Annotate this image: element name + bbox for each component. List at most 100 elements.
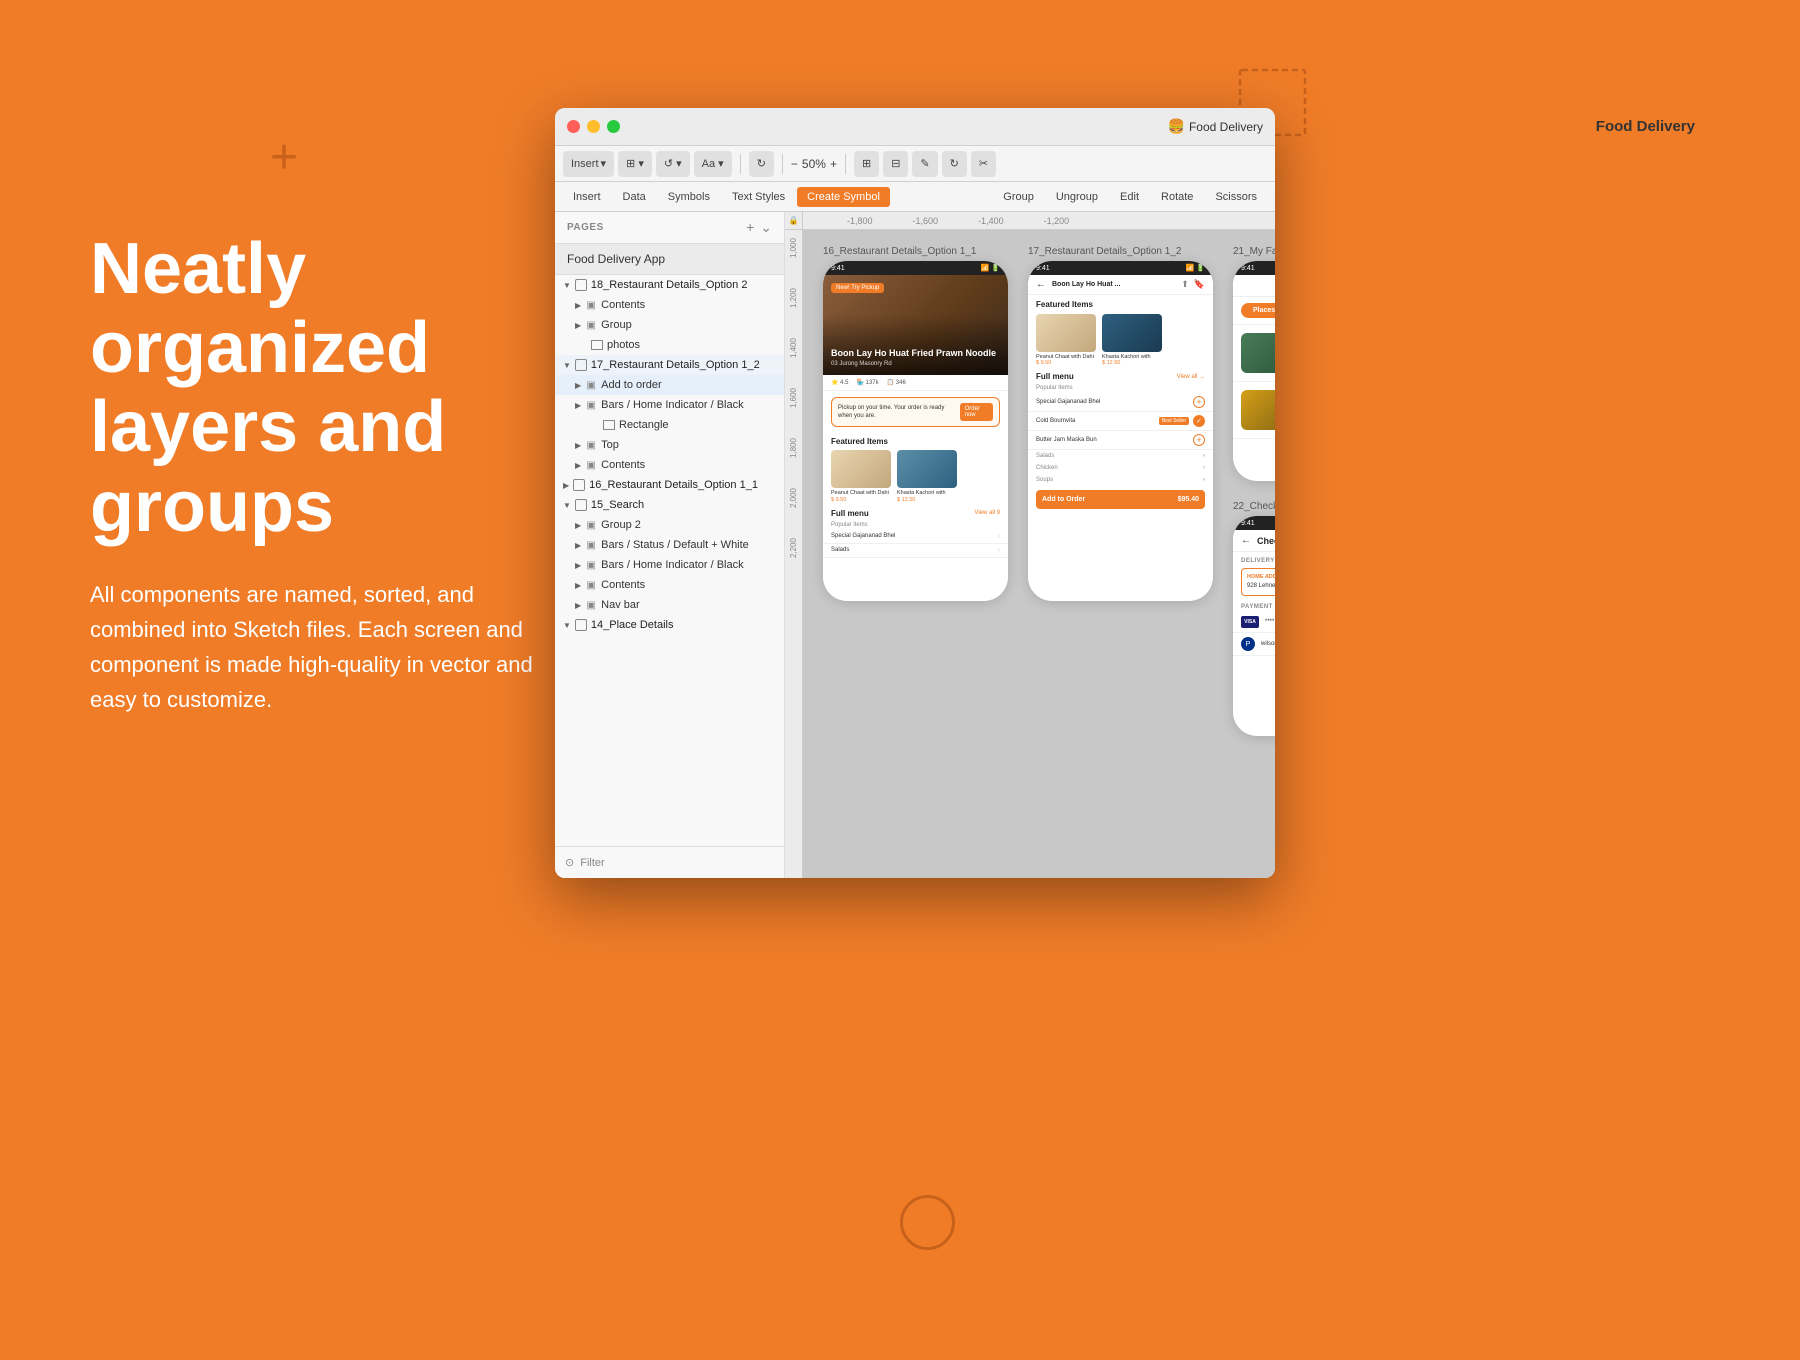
maximize-button[interactable] — [607, 120, 620, 133]
layer-label: 15_Search — [591, 499, 644, 511]
scissors-action[interactable]: ✂ — [971, 151, 996, 177]
paypal-icon: P — [1241, 637, 1255, 651]
share-icon[interactable]: ⬆ — [1181, 279, 1189, 290]
expand-arrow: ▼ — [563, 281, 571, 290]
artboard-wrapper-3: 21_My Favorites 9:41 📶 🔋 My Favourite Pl… — [1233, 246, 1275, 481]
layer-item[interactable]: photos — [555, 335, 784, 355]
filter-bar[interactable]: ⊙ Filter — [555, 846, 784, 878]
best-seller-badge: Best Seller — [1159, 417, 1189, 425]
expand-arrow: ▶ — [575, 601, 581, 610]
add-button[interactable]: + — [1193, 434, 1205, 446]
section-label: DELIVERY ADDRESS — [1233, 552, 1275, 566]
layer-item[interactable]: ▶ ▣ Add to order — [555, 375, 784, 395]
layer-label: Contents — [601, 579, 645, 591]
menu-row: Special Gajananad Bhel › — [823, 530, 1008, 544]
artboard-2: 9:41 📶 🔋 ← Boon Lay Ho Huat ... ⬆ 🔖 Feat… — [1028, 261, 1213, 601]
tab-places[interactable]: Places — [1241, 303, 1275, 318]
menu-scissors[interactable]: Scissors — [1205, 187, 1267, 207]
menu-insert[interactable]: Insert — [563, 187, 611, 207]
status-bar: 9:41 📶 🔋 — [1028, 261, 1213, 275]
collapse-icon[interactable]: ⌄ — [760, 219, 772, 236]
layer-item[interactable]: ▶ ▣ Bars / Home Indicator / Black — [555, 555, 784, 575]
refresh-button[interactable]: ↻ — [749, 151, 774, 177]
zoom-plus[interactable]: + — [830, 157, 837, 171]
hero-overlay: Boon Lay Ho Huat Fried Prawn Noodle 03 J… — [823, 315, 1008, 375]
ruler-mark-v: 1,400 — [789, 338, 798, 358]
add-page-icon[interactable]: + — [746, 219, 754, 236]
menu-create-symbol[interactable]: Create Symbol — [797, 187, 890, 207]
group-icon: ▣ — [585, 579, 597, 591]
rotate-action[interactable]: ↻ — [942, 151, 967, 177]
edit-action[interactable]: ✎ — [912, 151, 937, 177]
item-image — [831, 450, 891, 488]
layer-item[interactable]: ▶ 16_Restaurant Details_Option 1_1 — [555, 475, 784, 495]
full-menu-header: Full menu View all 9 — [823, 505, 1008, 520]
text-button[interactable]: Aa ▾ — [694, 151, 732, 177]
back-button[interactable]: ← — [1241, 535, 1251, 546]
item-image — [1102, 314, 1162, 352]
zoom-minus[interactable]: − — [791, 157, 798, 171]
menu-group[interactable]: Group — [993, 187, 1044, 207]
group-action-2[interactable]: ⊟ — [883, 151, 908, 177]
view-all-link[interactable]: View all 9 — [974, 510, 1000, 516]
expand-arrow: ▶ — [575, 401, 581, 410]
layer-item[interactable]: ▶ ▣ Nav bar — [555, 595, 784, 615]
artboard-wrapper-1: 16_Restaurant Details_Option 1_1 9:41 📶 … — [823, 246, 1008, 862]
layer-item[interactable]: ▶ ▣ Top — [555, 435, 784, 455]
ruler-mark: -1,400 — [978, 216, 1004, 226]
frame-icon — [575, 359, 587, 371]
layer-item[interactable]: ▶ ▣ Contents — [555, 575, 784, 595]
layer-label: Bars / Home Indicator / Black — [601, 399, 743, 411]
ruler-mark-v: 1,600 — [789, 388, 798, 408]
menu-data[interactable]: Data — [613, 187, 656, 207]
artboard-label-1: 16_Restaurant Details_Option 1_1 — [823, 246, 1008, 257]
symbol-button[interactable]: ↺ ▾ — [656, 151, 690, 177]
layer-item[interactable]: Rectangle — [555, 415, 784, 435]
menu-text-styles[interactable]: Text Styles — [722, 187, 795, 207]
item-card: Peanut Chaat with Dahi $ 9.50 — [1036, 314, 1096, 366]
menu-ungroup[interactable]: Ungroup — [1046, 187, 1108, 207]
ruler-mark-v: 2,200 — [789, 538, 798, 558]
group-icon: ▣ — [585, 319, 597, 331]
layer-item[interactable]: ▼ 17_Restaurant Details_Option 1_2 — [555, 355, 784, 375]
left-panel: Neatly organized layers and groups All c… — [90, 230, 540, 718]
page-item[interactable]: Food Delivery App — [555, 244, 784, 275]
layer-item[interactable]: ▶ ▣ Group — [555, 315, 784, 335]
layer-list: ▼ 18_Restaurant Details_Option 2 ▶ ▣ Con… — [555, 275, 784, 846]
item-name: Khasta Kachori with — [897, 490, 957, 497]
back-button[interactable]: ← — [1036, 279, 1046, 290]
layer-button[interactable]: ⊞ ▾ — [618, 151, 652, 177]
menu-edit[interactable]: Edit — [1110, 187, 1149, 207]
layer-item[interactable]: ▼ 15_Search — [555, 495, 784, 515]
view-all-link[interactable]: View all → — [1177, 374, 1205, 380]
nav-header: ← Boon Lay Ho Huat ... ⬆ 🔖 — [1028, 275, 1213, 295]
restaurant-image — [1241, 333, 1275, 373]
menu-symbols[interactable]: Symbols — [658, 187, 720, 207]
ruler-mark-v: 1,200 — [789, 288, 798, 308]
close-button[interactable] — [567, 120, 580, 133]
check-button[interactable]: ✓ — [1193, 415, 1205, 427]
layer-label: Group — [601, 319, 632, 331]
layer-item[interactable]: ▼ 18_Restaurant Details_Option 2 — [555, 275, 784, 295]
layer-item[interactable]: ▶ ▣ Contents — [555, 295, 784, 315]
layer-item[interactable]: ▶ ▣ Contents — [555, 455, 784, 475]
restaurant-image — [1241, 390, 1275, 430]
bookmark-icon[interactable]: 🔖 — [1194, 279, 1205, 290]
item-card: Khasta Kachori with $ 12.50 — [1102, 314, 1162, 366]
mac-window: 🍔 Food Delivery Insert ▾ ⊞ ▾ ↺ ▾ Aa ▾ ↻ … — [555, 108, 1275, 878]
item-image — [1036, 314, 1096, 352]
order-now-button[interactable]: Order now — [960, 403, 993, 421]
expand-arrow: ▶ — [575, 381, 581, 390]
layer-item[interactable]: ▶ ▣ Bars / Status / Default + White — [555, 535, 784, 555]
item-price: $ 12.50 — [1102, 360, 1162, 366]
minimize-button[interactable] — [587, 120, 600, 133]
menu-rotate[interactable]: Rotate — [1151, 187, 1203, 207]
insert-button[interactable]: Insert ▾ — [563, 151, 614, 177]
group-action-1[interactable]: ⊞ — [854, 151, 879, 177]
add-button[interactable]: + — [1193, 396, 1205, 408]
layer-item[interactable]: ▶ ▣ Group 2 — [555, 515, 784, 535]
layer-item[interactable]: ▼ 14_Place Details — [555, 615, 784, 635]
layer-item[interactable]: ▶ ▣ Bars / Home Indicator / Black — [555, 395, 784, 415]
full-menu-title: Full menu — [1036, 372, 1074, 381]
add-to-order-button[interactable]: Add to Order $95.40 — [1036, 490, 1205, 509]
